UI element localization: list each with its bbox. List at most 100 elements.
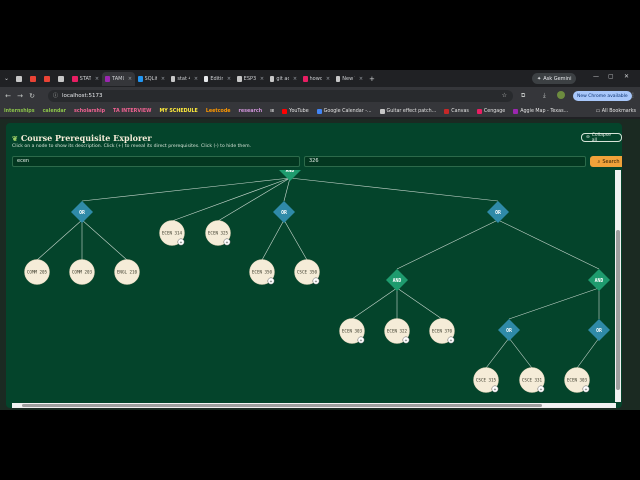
bookmark-item[interactable]: calendar [39,109,70,114]
bookmark-item[interactable]: Cengage [473,108,509,114]
tab-close-icon[interactable]: × [161,76,165,82]
tab-close-icon[interactable]: × [128,76,132,82]
course-number-input[interactable]: 326 [304,156,586,167]
browser-tab[interactable]: git add × [267,72,300,86]
operator-node-or[interactable]: OR [588,319,610,341]
course-node[interactable]: ECEN 370 + [429,318,455,344]
browser-tab[interactable] [27,72,41,86]
reload-icon[interactable]: ↻ [26,92,38,100]
tab-favicon-icon [303,75,308,82]
course-node[interactable]: ECEN 303 + [564,367,590,393]
prereq-explorer-panel: ❦ Course Prerequisite Explorer Click on … [6,123,622,408]
tab-search-dropdown[interactable]: ⌄ [0,72,13,86]
operator-node-and[interactable]: AND [588,269,610,291]
course-node[interactable]: COMM 203 [69,259,95,285]
course-node[interactable]: ECEN 303 + [339,318,365,344]
chrome-menu-icon[interactable]: ⋮ [630,92,636,99]
operator-node-or[interactable]: OR [273,201,295,223]
browser-tab[interactable] [55,72,69,86]
browser-tab[interactable]: New Ta × [333,72,366,86]
new-tab-button[interactable]: + [366,72,378,86]
course-node[interactable]: CSCE 331 + [519,367,545,393]
bookmark-item[interactable]: Aggie Map - Texas... [509,108,572,114]
tree-edge [81,219,128,261]
tab-close-icon[interactable]: × [260,76,264,82]
site-info-icon[interactable]: ⓘ [53,92,58,99]
course-code: ENGL 210 [117,270,138,275]
horizontal-scrollbar[interactable] [12,403,616,408]
bookmark-label: Canvas [451,108,469,114]
new-chrome-available-button[interactable]: New Chrome available [573,91,632,101]
tab-close-icon[interactable]: × [95,76,99,82]
tab-close-icon[interactable]: × [227,76,231,82]
collapse-all-button[interactable]: ⊖ Collapse all [581,133,622,143]
operator-node-and[interactable]: AND [279,170,301,181]
vertical-scroll-thumb[interactable] [616,230,620,390]
tab-favicon-icon [171,75,176,82]
close-window-icon[interactable]: ✕ [624,73,629,80]
search-button[interactable]: ⌕ Search [590,156,622,167]
browser-tab[interactable] [41,72,55,86]
bookmark-item[interactable]: internships [0,109,39,114]
extensions-icon[interactable]: ⧉ [521,92,525,100]
tree-edge [396,287,443,320]
course-node[interactable]: ECEN 350 + [249,259,275,285]
course-node[interactable]: ENGL 210 [114,259,140,285]
ask-gemini-button[interactable]: ✦ Ask Gemini [532,73,577,84]
bookmark-item[interactable]: YouTube [278,108,313,114]
course-node[interactable]: ECEN 325 + [205,220,231,246]
prereq-tree-svg: AND OR OR OR AND AND OR OR COMM 205 COMM 203 ENGL … [24,170,610,393]
prereq-tree: AND OR OR OR AND AND OR OR COMM 205 COMM 203 ENGL … [6,170,616,402]
course-code: CSCE 315 [476,378,497,383]
course-node[interactable]: ECEN 314 + [159,220,185,246]
bookmark-item[interactable]: MY SCHEDULE [155,109,201,114]
tab-close-icon[interactable]: × [194,76,198,82]
profile-avatar[interactable] [557,91,565,99]
tab-favicon-icon [30,75,37,82]
browser-tab[interactable] [13,72,27,86]
expand-plus-glyph: + [270,280,273,285]
bookmark-item[interactable]: Leetcode [202,109,235,114]
browser-tab[interactable]: ESP32 × [234,72,267,86]
bookmark-item[interactable]: TA INTERVIEW [109,109,155,114]
maximize-icon[interactable]: ▢ [608,73,614,80]
course-node[interactable]: CSCE 350 + [294,259,320,285]
bookmark-item[interactable]: Canvas [440,108,473,114]
operator-label: AND [595,278,604,284]
department-input[interactable]: ecen [12,156,300,167]
horizontal-scroll-thumb[interactable] [22,404,542,407]
browser-tab[interactable]: stat 41 × [168,72,201,86]
browser-tab[interactable]: TAMU × [102,71,136,86]
back-icon[interactable]: ← [2,92,14,100]
address-bar[interactable]: ⓘ localhost:5173 ☆ [48,90,513,102]
course-node[interactable]: COMM 205 [24,259,50,285]
course-node[interactable]: ECEN 322 + [384,318,410,344]
browser-tab[interactable]: Editing × [201,72,234,86]
tab-title: Editing [210,75,223,82]
bookmark-item[interactable]: research [235,109,267,114]
apps-grid-icon[interactable]: ⊞ [266,109,278,114]
forward-icon[interactable]: → [14,92,26,100]
bookmark-item[interactable]: scholarship [70,109,109,114]
operator-node-or[interactable]: OR [498,319,520,341]
tab-close-icon[interactable]: × [293,76,297,82]
course-code: ECEN 370 [432,329,453,334]
browser-tab[interactable]: STAT × [69,72,102,86]
tab-favicon-icon [237,75,242,82]
browser-tab[interactable]: SQLite × [135,72,168,86]
all-bookmarks[interactable]: ▭ All Bookmarks [596,109,636,114]
operator-node-or[interactable]: OR [71,201,93,223]
tab-close-icon[interactable]: × [359,76,363,82]
download-icon[interactable]: ⤓ [543,92,546,100]
operator-node-and[interactable]: AND [386,269,408,291]
expand-plus-glyph: + [540,388,543,393]
bookmark-item[interactable]: Guitar effect patch... [376,108,441,114]
vertical-scrollbar[interactable] [615,170,621,402]
browser-tab[interactable]: howdy × [300,72,333,86]
operator-node-or[interactable]: OR [487,201,509,223]
course-node[interactable]: CSCE 315 + [473,367,499,393]
minimize-icon[interactable]: — [593,73,599,80]
bookmark-star-icon[interactable]: ☆ [502,92,507,99]
tab-close-icon[interactable]: × [326,76,330,82]
bookmark-item[interactable]: Google Calendar -... [313,108,376,114]
